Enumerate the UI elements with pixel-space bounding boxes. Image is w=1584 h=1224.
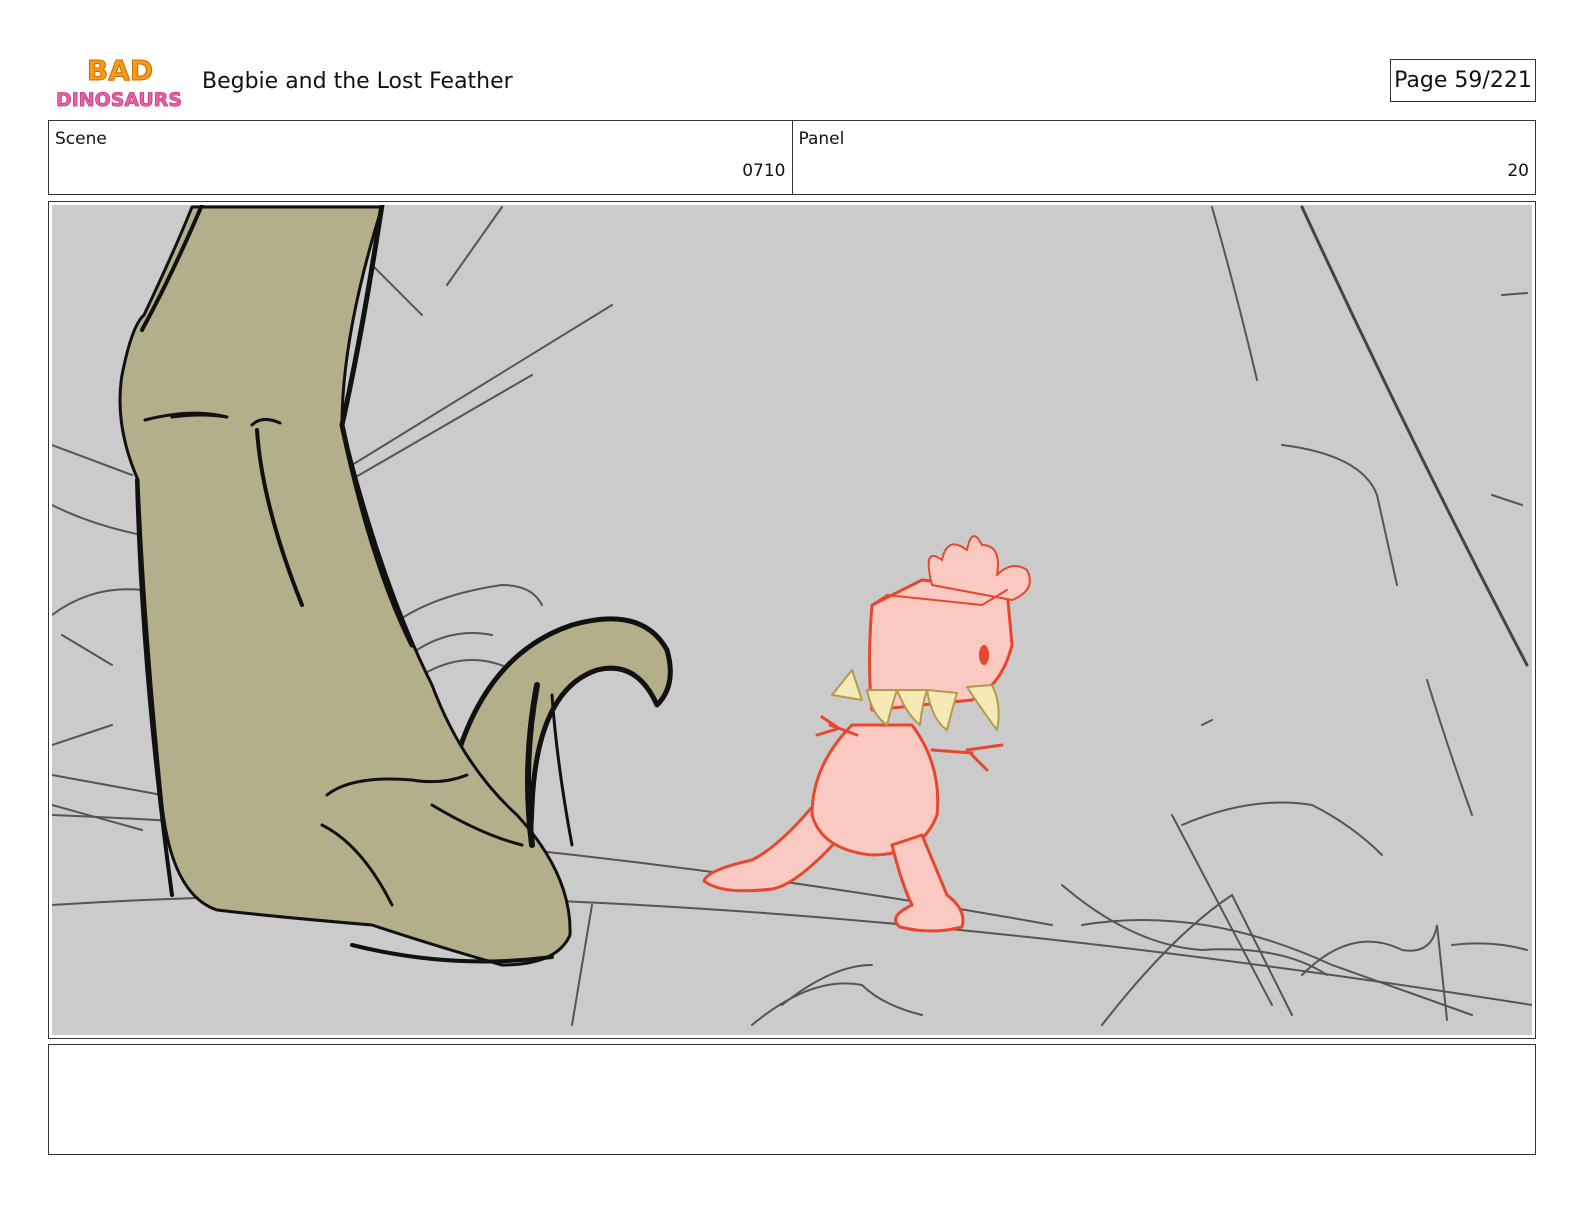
- logo-text-top: BAD: [87, 54, 153, 87]
- page-indicator: Page 59/221: [1390, 59, 1536, 102]
- logo-text-bottom: DINOSAURS: [56, 89, 182, 111]
- panel-notes-box: [48, 1044, 1536, 1155]
- scene-cell: Scene 0710: [49, 121, 792, 194]
- panel-label: Panel: [798, 129, 845, 149]
- scene-label: Scene: [55, 129, 107, 149]
- panel-number: 20: [1507, 161, 1529, 181]
- eye: [979, 645, 989, 665]
- storyboard-title: Begbie and the Lost Feather: [202, 69, 513, 94]
- storyboard-frame: [48, 201, 1536, 1039]
- page-number: 59/221: [1454, 68, 1532, 93]
- scene-panel-row: Scene 0710 Panel 20: [48, 120, 1536, 195]
- panel-cell: Panel 20: [791, 121, 1536, 194]
- scene-number: 0710: [742, 161, 786, 181]
- page-label: Page: [1394, 68, 1448, 93]
- bad-dinosaurs-logo: BAD DINOSAURS: [56, 54, 183, 111]
- storyboard-drawing: [52, 205, 1532, 1035]
